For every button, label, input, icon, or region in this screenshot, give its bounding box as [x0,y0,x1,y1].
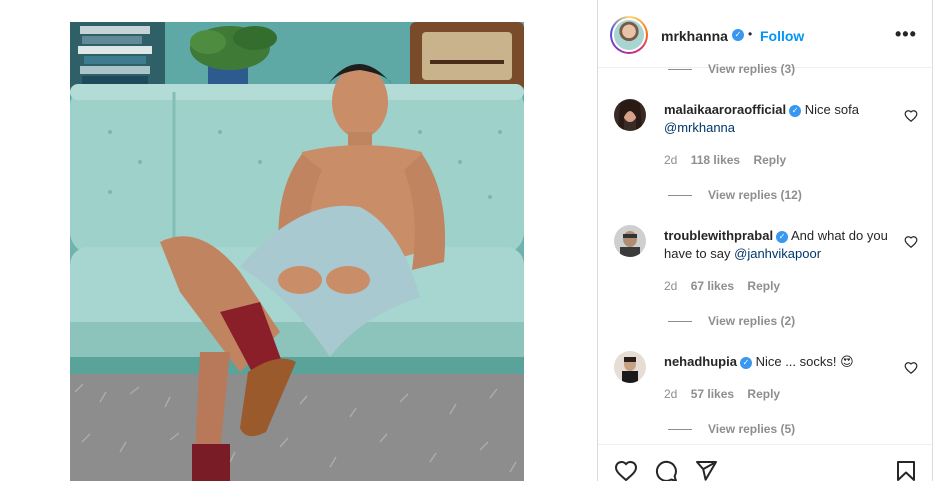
post-photo[interactable] [70,22,524,481]
post-image [70,22,524,481]
comment-icon[interactable] [654,459,678,481]
comment-age: 2d [664,279,678,293]
comment-likes[interactable]: 118 likes [691,153,740,167]
heart-icon[interactable] [904,109,918,123]
comment-likes[interactable]: 57 likes [691,387,734,401]
replies-divider [668,429,692,430]
comment-likes[interactable]: 67 likes [691,279,734,293]
comment-meta: 2d 57 likes Reply [664,387,790,401]
reply-button[interactable]: Reply [747,387,780,401]
comment-body: nehadhupia ✓ Nice ... socks! 😍 [664,353,894,371]
verified-badge-icon: ✓ [739,356,752,369]
reply-button[interactable]: Reply [753,153,786,167]
bookmark-icon[interactable] [894,459,918,481]
view-replies-button[interactable]: View replies (5) [708,422,795,436]
post-header: mrkhanna ✓ • Follow ••• [598,0,934,68]
author-username[interactable]: mrkhanna [661,28,728,44]
comment-body: malaikaaroraofficial ✓ Nice sofa @mrkhann… [664,101,894,137]
commenter-avatar[interactable] [614,225,646,257]
view-replies-button[interactable]: View replies (2) [708,314,795,328]
comment-meta: 2d 118 likes Reply [664,153,796,167]
panel-divider [932,0,933,481]
comment-username[interactable]: malaikaaroraofficial [664,102,786,117]
share-icon[interactable] [694,459,718,481]
comment-text: Nice ... socks! [755,354,837,369]
more-icon[interactable]: ••• [895,24,917,45]
comment-body: troublewithprabal ✓ And what do you have … [664,227,894,263]
comment-text: Nice sofa [804,102,859,117]
follow-button[interactable]: Follow [760,28,804,44]
separator-dot: • [748,27,753,41]
comment-meta: 2d 67 likes Reply [664,279,790,293]
replies-divider [668,69,692,70]
author-avatar[interactable] [610,16,648,54]
view-replies-button[interactable]: View replies (3) [708,62,795,76]
replies-divider [668,195,692,196]
replies-divider [668,321,692,322]
commenter-avatar[interactable] [614,351,646,383]
view-replies-button[interactable]: View replies (12) [708,188,802,202]
verified-badge-icon: ✓ [776,230,789,243]
comment-age: 2d [664,387,678,401]
comment-username[interactable]: nehadhupia [664,354,737,369]
media-area [0,0,597,481]
heart-eyes-emoji: 😍 [840,354,854,369]
comment-age: 2d [664,153,678,167]
verified-badge-icon: ✓ [732,29,744,41]
heart-icon[interactable] [614,459,638,481]
heart-icon[interactable] [904,235,918,249]
verified-badge-icon: ✓ [789,104,802,117]
comment-mention[interactable]: @janhvikapoor [734,246,821,261]
comment-username[interactable]: troublewithprabal [664,228,773,243]
reply-button[interactable]: Reply [747,279,780,293]
commenter-avatar[interactable] [614,99,646,131]
post-side-panel: mrkhanna ✓ • Follow ••• View replies (3)… [597,0,936,481]
comment-mention[interactable]: @mrkhanna [664,120,735,135]
action-bar [598,444,934,481]
heart-icon[interactable] [904,361,918,375]
